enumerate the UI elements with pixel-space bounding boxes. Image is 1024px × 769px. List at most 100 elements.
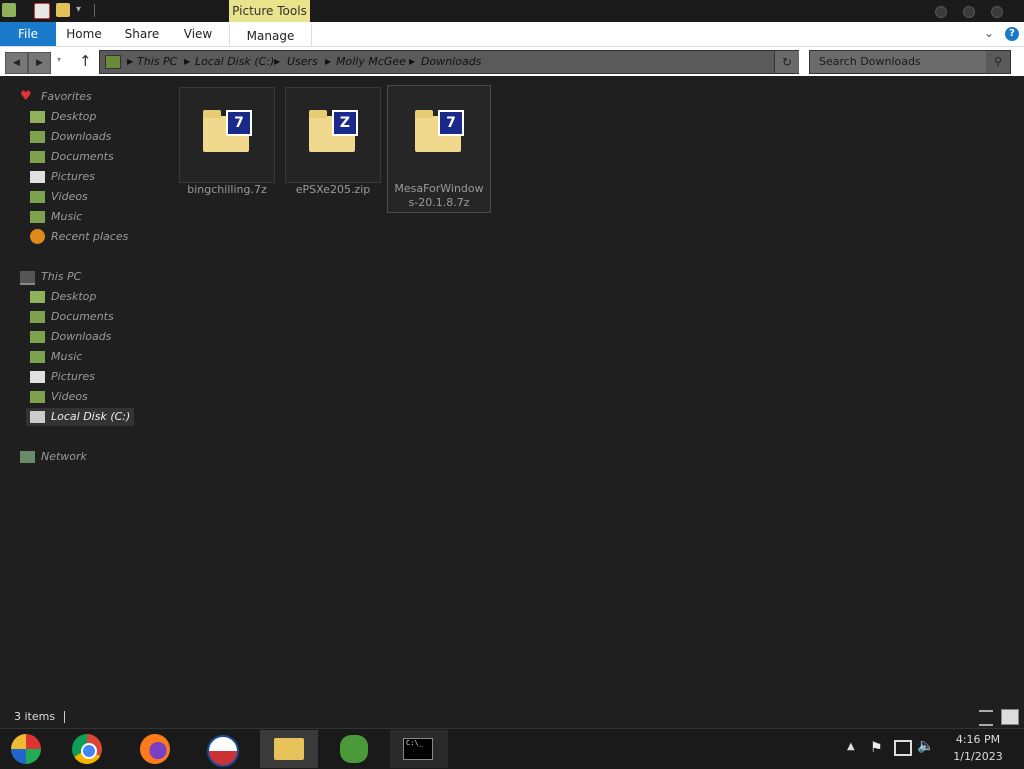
nav-fav-documents[interactable]: Documents xyxy=(30,148,114,166)
recent-locations-icon[interactable]: ▾ xyxy=(57,55,61,64)
back-button[interactable]: ◀ xyxy=(5,52,28,74)
title-separator xyxy=(94,4,95,17)
nav-this-pc[interactable]: This PC xyxy=(20,268,81,286)
volume-icon[interactable]: 🔈 xyxy=(917,738,934,754)
nav-label: Desktop xyxy=(51,110,97,123)
nav-favorites-label: Favorites xyxy=(41,90,92,103)
status-separator xyxy=(64,711,65,723)
nav-pc-pictures[interactable]: Pictures xyxy=(30,368,95,386)
help-icon[interactable]: ? xyxy=(1005,27,1019,41)
nav-favorites[interactable]: ♥ Favorites xyxy=(20,88,92,106)
computer-icon xyxy=(20,271,35,285)
refresh-button[interactable]: ↻ xyxy=(774,51,799,73)
breadcrumb-separator: ▶ xyxy=(127,57,134,66)
videos-folder-icon xyxy=(30,391,45,403)
breadcrumb-local-disk[interactable]: Local Disk (C:) xyxy=(195,51,274,73)
downloads-folder-icon xyxy=(30,331,45,343)
drive-icon xyxy=(105,55,121,69)
maximize-button[interactable] xyxy=(963,6,975,18)
quick-access-dropdown-icon[interactable]: ▾ xyxy=(76,4,81,15)
network-status-icon[interactable] xyxy=(894,740,912,756)
tab-share[interactable]: Share xyxy=(118,22,166,46)
item-count: 3 items xyxy=(14,710,56,723)
clock-time[interactable]: 4:16 PM xyxy=(948,733,1008,746)
ribbon-expand-icon[interactable]: ⌄ xyxy=(984,26,994,40)
firefox-icon xyxy=(140,734,170,764)
nav-fav-pictures[interactable]: Pictures xyxy=(30,168,95,186)
heart-icon: ♥ xyxy=(20,89,32,104)
nav-this-pc-label: This PC xyxy=(41,270,82,283)
address-row: ◀ ▶ ▾ ↑ ▶ This PC ▶ Local Disk (C:) ▶ Us… xyxy=(0,47,1024,76)
breadcrumb-users[interactable]: Users xyxy=(287,51,318,73)
nav-pc-music[interactable]: Music xyxy=(30,348,82,366)
tab-view[interactable]: View xyxy=(176,22,220,46)
nav-pc-downloads[interactable]: Downloads xyxy=(30,328,111,346)
file-item-selected[interactable]: 7 MesaForWindow s-20.1.8.7z xyxy=(387,85,491,213)
large-icons-view-icon[interactable] xyxy=(1001,709,1019,725)
properties-icon[interactable] xyxy=(34,3,50,19)
nav-label: Downloads xyxy=(51,130,112,143)
minimize-button[interactable] xyxy=(935,6,947,18)
music-folder-icon xyxy=(30,211,45,223)
search-icon[interactable]: ⚲ xyxy=(986,51,1010,73)
nav-label: Pictures xyxy=(51,170,96,183)
breadcrumb-user-folder[interactable]: Molly McGee xyxy=(336,51,406,73)
nav-label: Music xyxy=(51,210,83,223)
file-item[interactable]: 7 xyxy=(179,87,275,183)
taskbar-file-explorer[interactable] xyxy=(260,730,318,768)
search-input[interactable]: Search Downloads xyxy=(819,51,921,73)
title-bar: ▾ Picture Tools xyxy=(0,0,1024,22)
nav-fav-music[interactable]: Music xyxy=(30,208,82,226)
address-bar[interactable]: ▶ This PC ▶ Local Disk (C:) ▶ Users ▶ Mo… xyxy=(99,50,799,74)
clock-date[interactable]: 1/1/2023 xyxy=(948,750,1008,763)
details-view-icon[interactable] xyxy=(979,710,993,726)
show-hidden-icons-icon[interactable]: ▲ xyxy=(847,741,855,752)
nav-label: Pictures xyxy=(51,370,96,383)
taskbar-firefox[interactable] xyxy=(126,730,184,768)
close-button[interactable] xyxy=(991,6,1003,18)
nav-pc-desktop[interactable]: Desktop xyxy=(30,288,96,306)
archive-folder-icon: 7 xyxy=(392,88,486,182)
command-prompt-icon: C:\_ xyxy=(403,738,433,760)
nav-fav-downloads[interactable]: Downloads xyxy=(30,128,111,146)
taskbar-obama[interactable] xyxy=(192,730,250,768)
tab-manage[interactable]: Manage xyxy=(229,24,312,48)
tab-file[interactable]: File xyxy=(0,22,56,46)
nav-fav-recent-places[interactable]: Recent places xyxy=(30,228,128,246)
forward-button[interactable]: ▶ xyxy=(28,52,51,74)
file-badge: Z xyxy=(332,110,358,136)
taskbar-command-prompt[interactable]: C:\_ xyxy=(390,730,448,768)
file-item[interactable]: Z xyxy=(285,87,381,183)
taskbar-chrome[interactable] xyxy=(60,730,118,768)
file-name-line2: s-20.1.8.7z xyxy=(408,196,470,209)
up-button[interactable]: ↑ xyxy=(79,52,92,70)
breadcrumb-downloads[interactable]: Downloads xyxy=(421,51,481,73)
nav-pc-documents[interactable]: Documents xyxy=(30,308,114,326)
network-icon xyxy=(20,451,35,463)
picture-tools-label: Picture Tools xyxy=(229,0,310,22)
tab-home[interactable]: Home xyxy=(60,22,108,46)
start-icon xyxy=(11,734,41,764)
file-badge: 7 xyxy=(226,110,252,136)
nav-pc-local-disk[interactable]: Local Disk (C:) xyxy=(26,408,134,426)
desktop-icon xyxy=(30,291,45,303)
taskbar-messenger[interactable] xyxy=(326,730,384,768)
search-box[interactable]: Search Downloads ⚲ xyxy=(809,50,1011,74)
action-center-flag-icon[interactable]: ⚑ xyxy=(870,740,883,756)
nav-label: Videos xyxy=(51,190,88,203)
file-name: bingchilling.7z xyxy=(187,183,267,196)
folder-icon[interactable] xyxy=(2,3,16,17)
messenger-icon xyxy=(340,735,368,763)
nav-network[interactable]: Network xyxy=(20,448,87,466)
nav-fav-videos[interactable]: Videos xyxy=(30,188,88,206)
new-folder-icon[interactable] xyxy=(56,3,70,17)
nav-label: Local Disk (C:) xyxy=(51,410,131,423)
nav-label: Music xyxy=(51,350,83,363)
campaign-logo-icon xyxy=(207,735,239,767)
breadcrumb-this-pc[interactable]: This PC xyxy=(137,51,177,73)
start-button[interactable] xyxy=(0,730,58,768)
recent-places-icon xyxy=(30,229,45,244)
nav-fav-desktop[interactable]: Desktop xyxy=(30,108,96,126)
nav-pc-videos[interactable]: Videos xyxy=(30,388,88,406)
music-folder-icon xyxy=(30,351,45,363)
